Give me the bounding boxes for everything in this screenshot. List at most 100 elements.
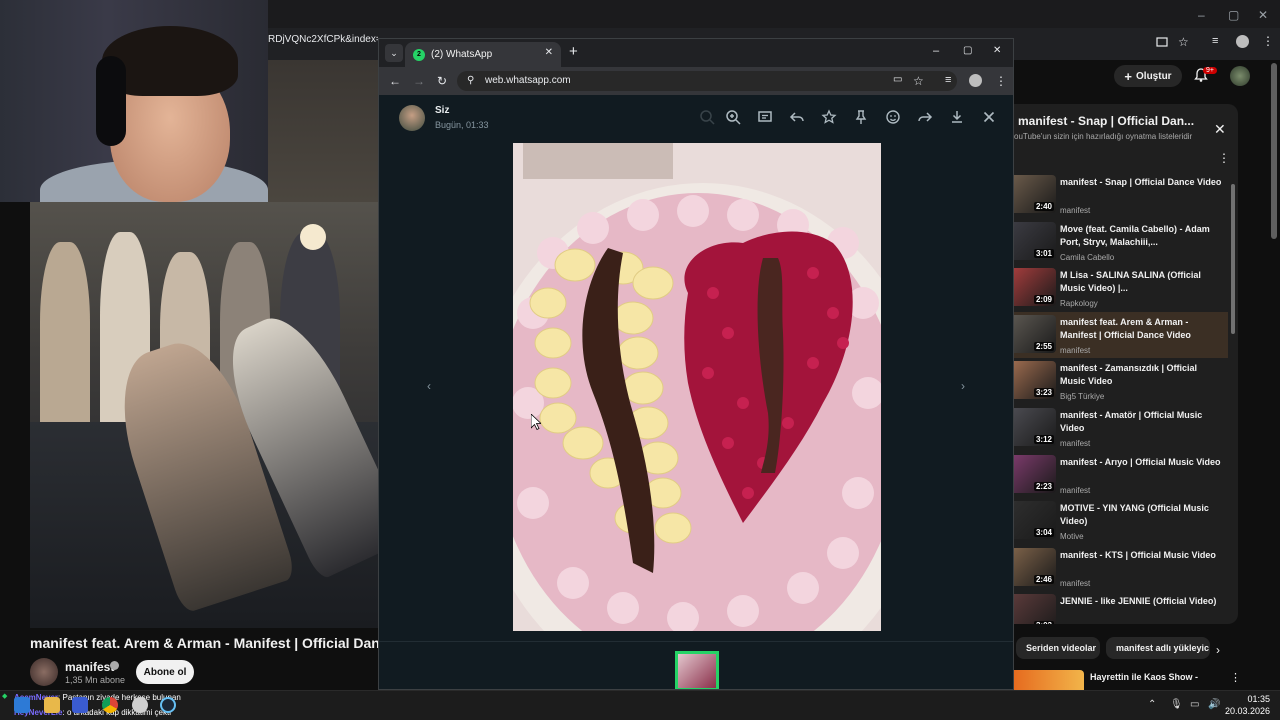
playlist-item-title[interactable]: MOTIVE - YIN YANG (Official Music Video): [1060, 502, 1224, 528]
playlist-item-title[interactable]: JENNIE - like JENNIE (Official Video): [1060, 595, 1224, 608]
playlist-item[interactable]: 3:23 manifest - Zamansızdık | Official Mu…: [1014, 358, 1228, 404]
channel-name[interactable]: manifest: [65, 660, 114, 674]
zoom-out-icon[interactable]: [699, 109, 715, 125]
media-control-icon[interactable]: ≡: [945, 74, 951, 86]
app-icon[interactable]: [72, 697, 88, 713]
start-menu-icon[interactable]: [14, 697, 30, 713]
playlist-item[interactable]: 3:04 MOTIVE - YIN YANG (Official Music Vi…: [1014, 498, 1228, 544]
maximize-icon[interactable]: ▢: [963, 45, 972, 56]
more-options-icon[interactable]: ⋮: [1218, 151, 1230, 165]
volume-icon[interactable]: 🔊: [1208, 699, 1220, 710]
close-window-icon[interactable]: ✕: [993, 45, 1001, 56]
bookmark-star-icon[interactable]: ☆: [913, 74, 924, 88]
playlist-item-channel[interactable]: Camila Cabello: [1060, 253, 1114, 262]
playlist-item-channel[interactable]: manifest: [1060, 346, 1090, 355]
playlist-item[interactable]: 2:23 manifest - Arıyo | Official Music Vi…: [1014, 452, 1228, 498]
tab-whatsapp[interactable]: 2 (2) WhatsApp ✕: [405, 42, 561, 67]
playlist-thumbnail[interactable]: 3:01: [1014, 221, 1056, 260]
media-control-icon[interactable]: ≡: [1212, 35, 1218, 47]
bookmark-star-icon[interactable]: ☆: [1178, 35, 1189, 49]
url-text[interactable]: web.whatsapp.com: [485, 75, 571, 86]
reload-icon[interactable]: ↻: [437, 74, 447, 88]
pin-icon[interactable]: [853, 109, 869, 125]
new-tab-icon[interactable]: +: [569, 43, 578, 60]
steam-icon[interactable]: [160, 697, 176, 713]
microphone-icon[interactable]: 🎙: [1170, 699, 1183, 710]
playlist-thumbnail[interactable]: 2:09: [1014, 268, 1056, 307]
sender-avatar[interactable]: [399, 105, 425, 131]
playlist-item-channel[interactable]: Motive: [1060, 532, 1084, 541]
maximize-icon[interactable]: ▢: [1228, 8, 1239, 22]
zoom-in-icon[interactable]: [725, 109, 741, 125]
playlist-item-channel[interactable]: manifest: [1060, 206, 1090, 215]
clock-time[interactable]: 01:35: [1238, 694, 1270, 704]
install-app-icon[interactable]: [1156, 36, 1168, 48]
go-to-message-icon[interactable]: [757, 109, 773, 125]
playlist-item-channel[interactable]: Big5 Türkiye: [1060, 392, 1104, 401]
playlist-thumbnail[interactable]: 3:03: [1014, 594, 1056, 624]
file-explorer-icon[interactable]: [44, 697, 60, 713]
playlist-item[interactable]: 3:12 manifest - Amatör | Official Music V…: [1014, 405, 1228, 451]
download-icon[interactable]: [949, 109, 965, 125]
playlist-title[interactable]: manifest - Snap | Official Dan...: [1018, 114, 1200, 128]
next-media-icon[interactable]: ›: [961, 379, 965, 393]
reply-icon[interactable]: [789, 109, 805, 125]
forward-icon[interactable]: [917, 109, 933, 125]
install-app-icon[interactable]: ▭: [893, 74, 902, 85]
sender-name[interactable]: Siz: [435, 105, 449, 116]
minimize-icon[interactable]: –: [1198, 8, 1205, 22]
close-icon[interactable]: ✕: [1214, 121, 1226, 138]
playlist-item-title[interactable]: manifest feat. Arem & Arman - Manifest |…: [1060, 316, 1224, 342]
media-thumbnail-selected[interactable]: [675, 651, 719, 689]
playlist-thumbnail[interactable]: 2:55: [1014, 314, 1056, 353]
chevron-right-icon[interactable]: ›: [1216, 643, 1220, 657]
chevron-up-icon[interactable]: ⌃: [1148, 699, 1156, 710]
create-button[interactable]: + Oluştur: [1114, 65, 1182, 87]
emoji-react-icon[interactable]: [885, 109, 901, 125]
recommendation-title[interactable]: Hayrettin ile Kaos Show -: [1090, 672, 1198, 682]
playlist-item-title[interactable]: manifest - Arıyo | Official Music Video: [1060, 456, 1224, 469]
obs-icon[interactable]: [132, 697, 148, 713]
playlist-item[interactable]: 2:55 manifest feat. Arem & Arman - Manife…: [1014, 311, 1228, 358]
monitor-icon[interactable]: ▭: [1190, 699, 1199, 710]
playlist-item-title[interactable]: manifest - KTS | Official Music Video: [1060, 549, 1224, 562]
playlist-thumbnail[interactable]: 3:23: [1014, 361, 1056, 400]
playlist-item-title[interactable]: manifest - Snap | Official Dance Video: [1060, 176, 1224, 189]
playlist-item-channel[interactable]: Rapkology: [1060, 299, 1098, 308]
profile-avatar-icon[interactable]: [1236, 35, 1249, 48]
video-player[interactable]: [30, 202, 380, 628]
playlist-item-channel[interactable]: manifest: [1060, 579, 1090, 588]
playlist-thumbnail[interactable]: 2:46: [1014, 547, 1056, 586]
chip-uploader[interactable]: manifest adlı yükleyic: [1106, 637, 1210, 659]
playlist-thumbnail[interactable]: 2:23: [1014, 454, 1056, 493]
chip-series-videos[interactable]: Seriden videolar: [1016, 637, 1100, 659]
playlist-item[interactable]: 2:40 manifest - Snap | Official Dance Vid…: [1014, 172, 1228, 218]
playlist-item-title[interactable]: manifest - Zamansızdık | Official Music …: [1060, 362, 1224, 388]
playlist-scrollbar[interactable]: [1231, 184, 1235, 334]
subscribe-button[interactable]: Abone ol: [136, 660, 194, 684]
clock-date[interactable]: 20.03.2026: [1224, 706, 1270, 716]
close-window-icon[interactable]: ✕: [1258, 8, 1268, 22]
previous-media-icon[interactable]: ‹: [427, 379, 431, 393]
browser-menu-icon[interactable]: ⋮: [1262, 34, 1274, 48]
account-avatar[interactable]: [1230, 66, 1250, 86]
tab-search-icon[interactable]: ⌄: [385, 44, 403, 62]
playlist-thumbnail[interactable]: 2:40: [1014, 175, 1056, 213]
recommendation-menu-icon[interactable]: ⋮: [1230, 671, 1241, 684]
site-info-icon[interactable]: ⚲: [467, 75, 474, 86]
playlist-item-channel[interactable]: manifest: [1060, 486, 1090, 495]
chrome-icon[interactable]: [102, 697, 118, 713]
star-icon[interactable]: [821, 109, 837, 125]
playlist-item-title[interactable]: Move (feat. Camila Cabello) - Adam Port,…: [1060, 223, 1224, 249]
background-url-text[interactable]: RDjVQNc2XfCPk&index=4: [268, 34, 378, 45]
minimize-icon[interactable]: –: [933, 45, 939, 57]
tab-close-icon[interactable]: ✕: [545, 47, 553, 58]
recommendation-thumbnail[interactable]: [1014, 670, 1084, 692]
playlist-item[interactable]: 3:01 Move (feat. Camila Cabello) - Adam P…: [1014, 219, 1228, 265]
playlist-item-channel[interactable]: manifest: [1060, 439, 1090, 448]
playlist-item[interactable]: 3:03 JENNIE - like JENNIE (Official Video…: [1014, 591, 1228, 624]
forward-arrow-icon[interactable]: →: [413, 74, 425, 88]
page-scrollbar[interactable]: [1271, 63, 1277, 239]
channel-avatar[interactable]: [30, 658, 58, 686]
close-icon[interactable]: [981, 109, 997, 125]
